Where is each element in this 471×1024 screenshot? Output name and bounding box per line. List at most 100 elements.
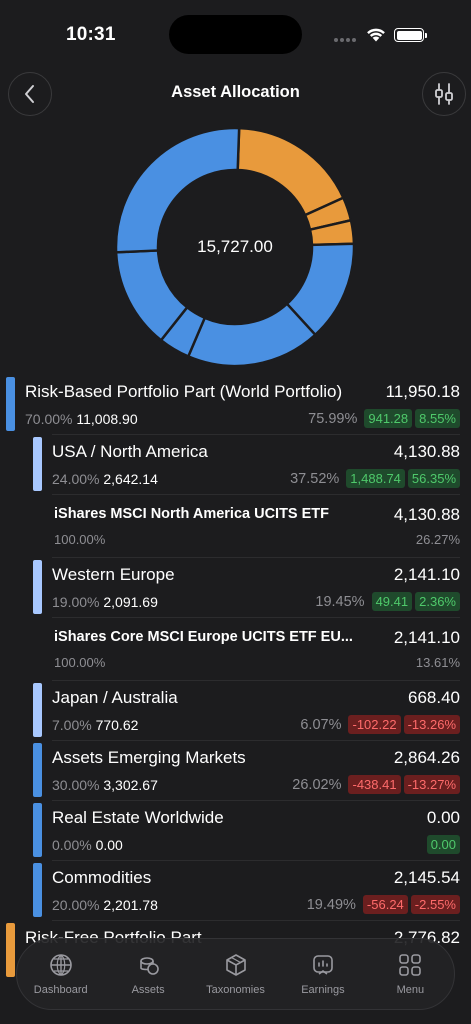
- target-amount: 2,201.78: [99, 897, 158, 913]
- row-value: 2,864.26: [393, 748, 460, 767]
- delta-percent-chip: 0.00: [426, 835, 460, 854]
- target-amount: 3,302.67: [99, 777, 158, 793]
- target-amount: 770.62: [91, 717, 139, 733]
- grid-globe-icon: [49, 954, 72, 976]
- cellular-signal-icon: [334, 38, 358, 42]
- tab-assets[interactable]: Assets: [104, 939, 191, 1009]
- holding-share: 26.27%: [415, 532, 460, 547]
- category-color-bar: [33, 743, 42, 797]
- actual-share: 37.52%: [290, 470, 340, 487]
- row-value: 2,141.10: [393, 628, 460, 647]
- row-target: 7.00% 770.62: [52, 717, 138, 733]
- category-row[interactable]: Commodities 2,145.54 20.00% 2,201.78 19.49%…: [0, 860, 471, 920]
- tab-bar: Dashboard Assets Taxonomies Earnings Menu: [16, 938, 455, 1010]
- delta-chip: -102.22: [348, 715, 401, 734]
- tab-menu[interactable]: Menu: [367, 939, 454, 1009]
- row-target: 24.00% 2,642.14: [52, 471, 158, 487]
- row-performance: 75.99% 941.28 8.55%: [308, 409, 460, 428]
- menu-grid-icon: [399, 954, 422, 976]
- category-row[interactable]: Real Estate Worldwide 0.00 0.00% 0.00 0.00: [0, 800, 471, 860]
- actual-share: 6.07%: [300, 716, 342, 733]
- category-color-bar: [6, 923, 15, 977]
- actual-share: 75.99%: [308, 410, 358, 427]
- tab-label: Earnings: [301, 984, 345, 996]
- row-value: 668.40: [408, 688, 460, 707]
- row-performance: 0.00: [426, 835, 460, 854]
- delta-percent-chip: -2.55%: [410, 895, 460, 914]
- donut-slice[interactable]: [114, 126, 241, 254]
- target-amount: 11,008.90: [72, 411, 138, 427]
- holding-weight: 100.00%: [54, 655, 106, 670]
- tab-label: Taxonomies: [206, 984, 265, 996]
- row-performance: 19.49% -56.24 -2.55%: [307, 895, 460, 914]
- delta-chip: -56.24: [362, 895, 408, 914]
- tab-earnings[interactable]: Earnings: [279, 939, 366, 1009]
- row-target: 19.00% 2,091.69: [52, 594, 158, 610]
- earnings-icon: [313, 955, 333, 975]
- target-amount: 2,642.14: [99, 471, 158, 487]
- row-name: Assets Emerging Markets: [52, 748, 246, 767]
- target-percent: 70.00%: [25, 411, 73, 427]
- row-name: Western Europe: [52, 565, 175, 584]
- tab-dashboard[interactable]: Dashboard: [17, 939, 104, 1009]
- delta-chip: -438.41: [348, 775, 401, 794]
- tab-taxonomies[interactable]: Taxonomies: [192, 939, 279, 1009]
- nav-header: Asset Allocation: [0, 70, 471, 116]
- holding-weight: 100.00%: [54, 532, 106, 547]
- target-percent: 7.00%: [52, 717, 92, 733]
- row-value: 11,950.18: [385, 382, 460, 401]
- donut-slice[interactable]: [186, 302, 318, 368]
- battery-icon: [394, 28, 427, 42]
- holding-share: 13.61%: [415, 655, 460, 670]
- category-row[interactable]: Japan / Australia 668.40 7.00% 770.62 6.07%…: [0, 680, 471, 740]
- target-amount: 2,091.69: [99, 594, 158, 610]
- dynamic-island: [169, 15, 302, 54]
- status-time: 10:31: [66, 24, 116, 45]
- target-percent: 0.00%: [52, 837, 92, 853]
- row-name: iShares Core MSCI Europe UCITS ETF EU...: [54, 629, 353, 645]
- row-target: 0.00% 0.00: [52, 837, 123, 853]
- category-row[interactable]: Assets Emerging Markets 2,864.26 30.00% 3,…: [0, 740, 471, 800]
- delta-chip: 941.28: [364, 409, 413, 428]
- delta-percent-chip: 2.36%: [415, 592, 460, 611]
- delta-percent-chip: -13.27%: [403, 775, 460, 794]
- row-name: iShares MSCI North America UCITS ETF: [54, 506, 330, 522]
- row-performance: 19.45% 49.41 2.36%: [315, 592, 460, 611]
- target-percent: 20.00%: [52, 897, 100, 913]
- delta-chip: 49.41: [371, 592, 413, 611]
- row-value: 2,145.54: [393, 868, 460, 887]
- tab-label: Dashboard: [33, 984, 88, 996]
- row-target: 20.00% 2,201.78: [52, 897, 158, 913]
- delta-chip: 1,488.74: [346, 469, 405, 488]
- actual-share: 19.49%: [306, 896, 356, 913]
- category-color-bar: [33, 437, 42, 491]
- donut-total-label: 15,727.00: [197, 237, 273, 256]
- target-amount: 0.00: [91, 837, 123, 853]
- delta-percent-chip: -13.26%: [403, 715, 460, 734]
- delta-percent-chip: 8.55%: [415, 409, 460, 428]
- target-percent: 30.00%: [52, 777, 100, 793]
- row-value: 2,141.10: [393, 565, 460, 584]
- row-name: Risk-Based Portfolio Part (World Portfol…: [25, 382, 343, 401]
- page-title: Asset Allocation: [171, 83, 300, 101]
- category-row[interactable]: USA / North America 4,130.88 24.00% 2,642.…: [0, 434, 471, 494]
- target-percent: 24.00%: [52, 471, 100, 487]
- wifi-icon: [367, 28, 385, 42]
- category-row[interactable]: Risk-Based Portfolio Part (World Portfol…: [0, 374, 471, 434]
- row-value: 4,130.88: [393, 505, 460, 524]
- filter-button[interactable]: [422, 72, 466, 116]
- tab-label: Menu: [396, 984, 425, 996]
- category-row[interactable]: Western Europe 2,141.10 19.00% 2,091.69 19.…: [0, 557, 471, 617]
- sliders-icon: [435, 83, 453, 105]
- row-value: 0.00: [426, 808, 460, 827]
- cube-icon: [225, 954, 246, 976]
- holding-row[interactable]: iShares Core MSCI Europe UCITS ETF EU...…: [0, 617, 471, 680]
- status-bar: 10:31: [0, 0, 471, 70]
- coins-icon: [140, 957, 159, 975]
- donut-slice[interactable]: [236, 126, 345, 217]
- row-name: Japan / Australia: [52, 688, 178, 707]
- category-color-bar: [33, 560, 42, 614]
- row-target: 30.00% 3,302.67: [52, 777, 158, 793]
- holding-row[interactable]: iShares MSCI North America UCITS ETF 4,13…: [0, 494, 471, 557]
- tab-label: Assets: [131, 984, 165, 996]
